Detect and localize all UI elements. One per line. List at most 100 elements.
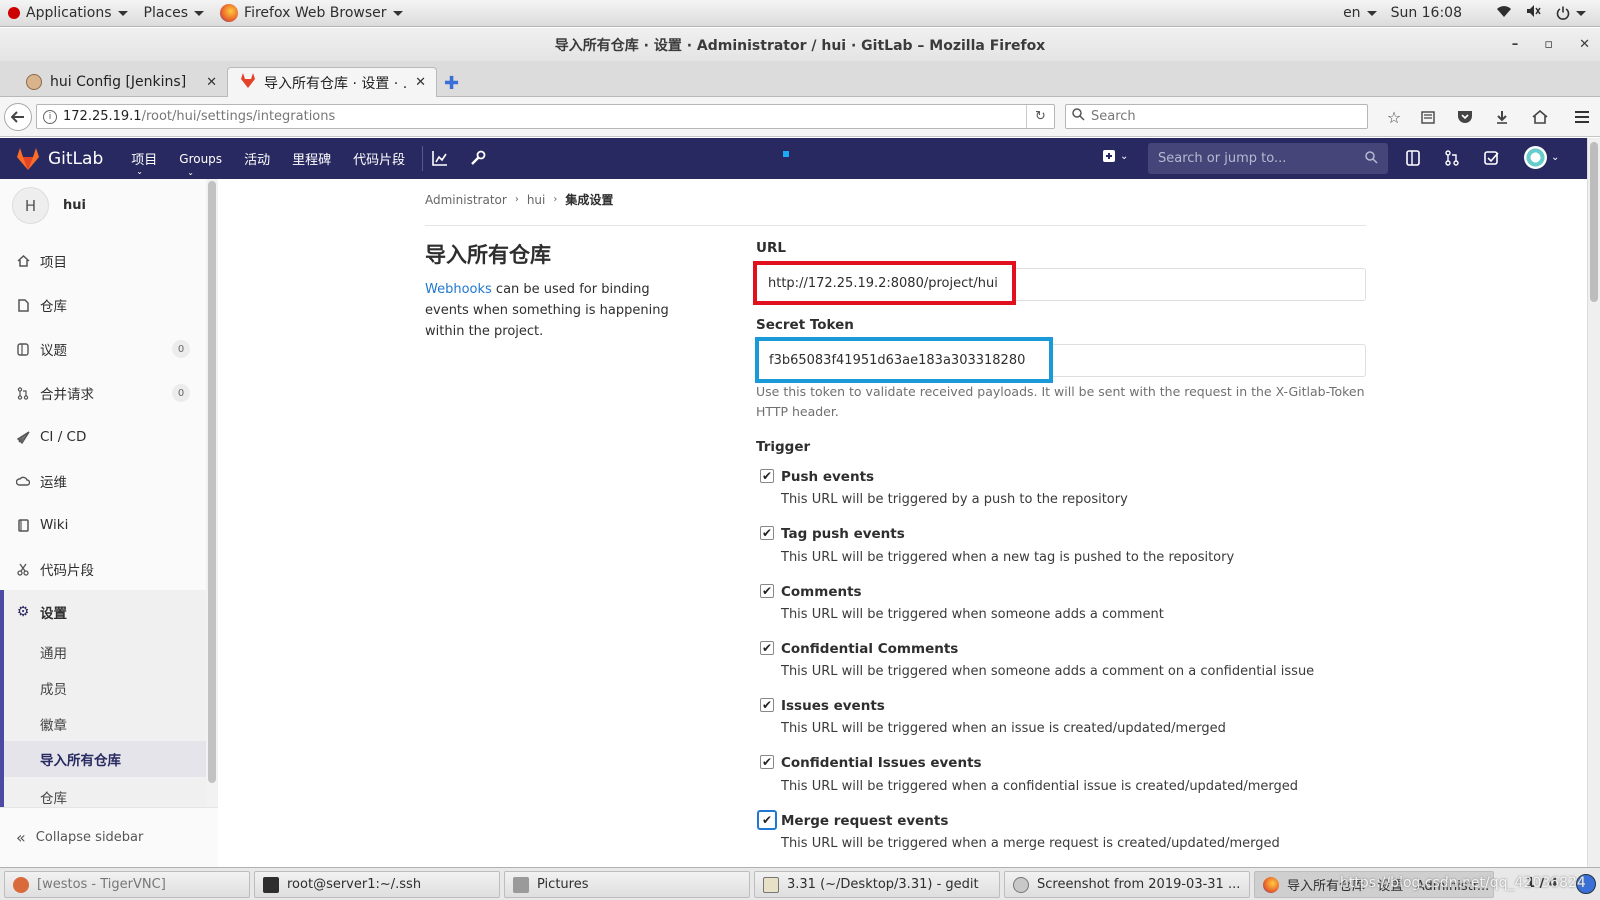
sidebar-subitem-members[interactable]: 成员 <box>4 670 206 706</box>
sidebar-subitem-badges[interactable]: 徽章 <box>4 706 206 742</box>
tab-gitlab[interactable]: 导入所有仓库 · 设置 · ... ✕ <box>227 67 437 97</box>
merge-request-icon[interactable] <box>1445 150 1459 170</box>
avatar <box>1524 146 1547 169</box>
sidebar-item-snippets[interactable]: 代码片段 <box>0 547 206 591</box>
gitlab-search-input[interactable]: Search or jump to... <box>1148 143 1388 174</box>
taskbar-item-terminal[interactable]: root@server1:~/.ssh <box>254 871 500 898</box>
nav-snippets[interactable]: 代码片段 <box>353 149 405 168</box>
merge-request-events-checkbox[interactable]: ✔ <box>757 810 777 830</box>
webhooks-link[interactable]: Webhooks <box>425 282 492 297</box>
sidebar-item-cicd[interactable]: CI / CD <box>0 415 206 459</box>
applications-menu[interactable]: Applications <box>0 5 136 21</box>
nav-groups[interactable]: Groups ⌄ <box>179 152 222 177</box>
plus-square-icon <box>1103 150 1115 162</box>
sidebar-item-project[interactable]: 项目 <box>0 239 206 283</box>
sidebar-item-merge-requests[interactable]: 合并请求 0 <box>0 371 206 415</box>
browser-nav-bar: i 172.25.19.1/root/hui/settings/integrat… <box>0 97 1600 137</box>
sidebar-subitem-label: 仓库 <box>40 791 67 807</box>
taskbar-item-pictures[interactable]: Pictures <box>504 871 750 898</box>
breadcrumb-item[interactable]: Administrator <box>425 193 507 207</box>
language-indicator[interactable]: en <box>1343 5 1377 21</box>
taskbar-item-tigervnc[interactable]: [westos - TigerVNC] <box>4 871 250 898</box>
chart-icon[interactable] <box>432 150 448 170</box>
minimize-button[interactable]: – <box>1512 37 1519 52</box>
places-menu[interactable]: Places <box>136 5 213 21</box>
url-label: URL <box>756 240 786 256</box>
close-window-button[interactable]: ✕ <box>1579 37 1590 52</box>
breadcrumb-item[interactable]: hui <box>527 193 546 207</box>
new-dropdown-button[interactable]: ⌄ <box>1102 149 1128 163</box>
close-tab-icon[interactable]: ✕ <box>415 75 426 90</box>
clock[interactable]: Sun 16:08 <box>1391 5 1462 21</box>
hamburger-menu-icon[interactable] <box>1568 103 1596 131</box>
pocket-icon[interactable] <box>1451 103 1479 131</box>
push-events-checkbox[interactable]: ✔ <box>760 469 774 483</box>
issues-icon[interactable] <box>1406 150 1420 170</box>
sidebar-item-repository[interactable]: 仓库 <box>0 283 206 327</box>
issues-events-checkbox[interactable]: ✔ <box>760 698 774 712</box>
trigger-title: Confidential Comments <box>781 641 959 657</box>
sidebar-item-label: 仓库 <box>40 299 67 315</box>
new-tab-button[interactable]: ✚ <box>444 73 459 94</box>
nav-label: 项目 <box>131 153 158 168</box>
sidebar-item-wiki[interactable]: Wiki <box>0 503 206 547</box>
comments-checkbox[interactable]: ✔ <box>760 584 774 598</box>
breadcrumb-divider <box>425 225 1366 226</box>
taskbar-item-gedit[interactable]: 3.31 (~/Desktop/3.31) - gedit <box>754 871 1000 898</box>
chevron-down-icon: ⌄ <box>1551 152 1560 163</box>
info-icon[interactable]: i <box>43 109 57 124</box>
taskbar-item-screenshot[interactable]: Screenshot from 2019-03-31 ... <box>1004 871 1250 898</box>
trigger-title: Comments <box>781 584 862 600</box>
page-scrollbar[interactable] <box>1587 138 1600 867</box>
tag-push-events-checkbox[interactable]: ✔ <box>760 526 774 540</box>
taskbar-label: 3.31 (~/Desktop/3.31) - gedit <box>787 877 979 892</box>
power-icon[interactable] <box>1556 6 1586 20</box>
arrow-left-icon <box>11 111 24 123</box>
issues-icon <box>16 342 30 356</box>
tab-jenkins[interactable]: hui Config [Jenkins] ✕ <box>14 67 227 97</box>
sidebar-project-header[interactable]: H hui <box>12 187 86 224</box>
reading-list-icon[interactable] <box>1414 103 1442 131</box>
sidebar-item-label: 议题 <box>40 343 67 359</box>
maximize-button[interactable]: ▫ <box>1544 37 1553 52</box>
gitlab-logo[interactable]: GitLab <box>16 147 104 170</box>
page-title: 导入所有仓库 <box>425 243 551 267</box>
project-name: hui <box>63 198 86 213</box>
sidebar-subitem-general[interactable]: 通用 <box>4 634 206 670</box>
url-bar[interactable]: i 172.25.19.1/root/hui/settings/integrat… <box>36 104 1055 129</box>
back-button[interactable] <box>4 103 32 131</box>
collapse-sidebar-button[interactable]: « Collapse sidebar <box>0 807 218 867</box>
confidential-issues-events-checkbox[interactable]: ✔ <box>760 755 774 769</box>
sidebar-item-issues[interactable]: 议题 0 <box>0 327 206 371</box>
volume-icon[interactable] <box>1526 4 1542 22</box>
firefox-app-menu[interactable]: Firefox Web Browser <box>212 4 411 22</box>
sidebar-scrollbar[interactable] <box>206 179 218 807</box>
sidebar-subitem-integrations[interactable]: 导入所有仓库 <box>4 741 206 777</box>
nav-activity[interactable]: 活动 <box>244 149 270 168</box>
nav-projects[interactable]: 项目 ⌄ <box>131 149 158 176</box>
reload-icon[interactable]: ↻ <box>1026 105 1054 128</box>
gitlab-brand: GitLab <box>48 148 104 169</box>
download-icon[interactable] <box>1488 103 1516 131</box>
nav-milestones[interactable]: 里程碑 <box>292 149 331 168</box>
todo-icon[interactable] <box>1484 150 1499 170</box>
taskbar-label: [westos - TigerVNC] <box>37 877 166 892</box>
wifi-icon[interactable] <box>1496 4 1512 22</box>
sidebar-scroll-thumb[interactable] <box>208 181 216 783</box>
trigger-label: Trigger <box>756 439 811 455</box>
wrench-icon[interactable] <box>470 150 486 170</box>
bookmark-star-icon[interactable]: ☆ <box>1380 103 1408 131</box>
user-avatar-dropdown[interactable]: ⌄ <box>1524 146 1559 169</box>
gitlab-header: GitLab 项目 ⌄ Groups ⌄ 活动 里程碑 代码片段 ⌄ Search … <box>0 138 1587 179</box>
page-scroll-thumb[interactable] <box>1590 142 1598 302</box>
sidebar-item-label: Wiki <box>40 517 69 533</box>
confidential-comments-checkbox[interactable]: ✔ <box>760 641 774 655</box>
close-tab-icon[interactable]: ✕ <box>206 75 217 90</box>
secret-token-help: Use this token to validate received payl… <box>756 384 1365 419</box>
scissors-icon <box>16 562 30 576</box>
sidebar-item-operations[interactable]: 运维 <box>0 459 206 503</box>
home-icon[interactable] <box>1526 103 1554 131</box>
applications-label: Applications <box>26 5 112 21</box>
sidebar-item-settings[interactable]: ⚙ 设置 <box>0 590 206 634</box>
search-bar[interactable]: Search <box>1065 104 1368 129</box>
